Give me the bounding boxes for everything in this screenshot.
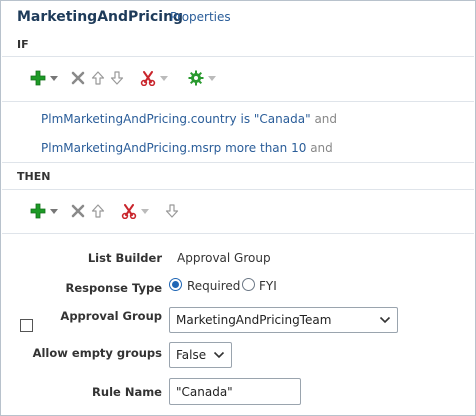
- divider: [2, 56, 474, 57]
- divider: [2, 101, 474, 102]
- delete-x-icon: [71, 204, 85, 218]
- rule-editor-panel: MarketingAndPricing Properties IF PlmMar…: [0, 0, 476, 416]
- divider: [2, 233, 474, 234]
- then-label: THEN: [17, 170, 51, 183]
- green-plus-icon: [30, 203, 46, 219]
- list-builder-label: List Builder: [87, 251, 162, 265]
- if-move-up-button[interactable]: [91, 67, 105, 89]
- response-type-label: Response Type: [65, 281, 162, 295]
- condition-operator[interactable]: more than: [225, 141, 287, 155]
- if-advanced-button[interactable]: [188, 67, 216, 89]
- then-move-down-button[interactable]: [165, 200, 179, 222]
- if-delete-button[interactable]: [70, 67, 86, 89]
- condition-attribute[interactable]: PlmMarketingAndPricing.msrp: [41, 141, 221, 155]
- then-delete-button[interactable]: [70, 200, 86, 222]
- then-move-up-button[interactable]: [91, 200, 105, 222]
- arrow-up-icon: [91, 204, 105, 218]
- divider: [2, 162, 474, 163]
- green-plus-icon: [30, 70, 46, 86]
- if-move-down-button[interactable]: [110, 67, 124, 89]
- if-toolbar: [30, 67, 216, 89]
- chevron-down-icon: [141, 208, 149, 214]
- chevron-down-icon: [160, 75, 168, 81]
- delete-x-icon: [71, 71, 85, 85]
- allow-empty-groups-value: False: [176, 348, 207, 362]
- chevron-down-icon: [50, 75, 58, 81]
- arrow-down-icon: [110, 71, 124, 85]
- condition-value[interactable]: "Canada": [254, 112, 311, 126]
- rule-name-label: Rule Name: [92, 385, 162, 399]
- scissors-icon: [140, 71, 156, 86]
- chevron-down-icon: [379, 316, 391, 324]
- then-cut-button[interactable]: [121, 200, 149, 222]
- if-cut-button[interactable]: [140, 67, 168, 89]
- response-required-radio[interactable]: [169, 278, 182, 291]
- arrow-down-icon: [165, 204, 179, 218]
- chevron-down-icon: [50, 208, 58, 214]
- chevron-down-icon: [208, 75, 216, 81]
- condition-connector[interactable]: and: [310, 141, 333, 155]
- condition-value[interactable]: 10: [291, 141, 306, 155]
- action-select-checkbox[interactable]: [20, 319, 33, 332]
- approval-group-value: MarketingAndPricingTeam: [176, 313, 332, 327]
- allow-empty-groups-label: Allow empty groups: [32, 346, 162, 360]
- condition-row: PlmMarketingAndPricing.msrp more than 10…: [41, 141, 333, 155]
- response-required-label[interactable]: Required: [187, 279, 240, 293]
- list-builder-value: Approval Group: [177, 251, 271, 265]
- then-add-button[interactable]: [30, 200, 58, 222]
- if-add-button[interactable]: [30, 67, 58, 89]
- approval-group-label: Approval Group: [60, 309, 162, 323]
- response-fyi-radio[interactable]: [242, 278, 255, 291]
- allow-empty-groups-select[interactable]: False: [169, 342, 232, 368]
- scissors-icon: [121, 204, 137, 219]
- condition-connector[interactable]: and: [314, 112, 337, 126]
- then-toolbar: [30, 200, 179, 222]
- rule-title: MarketingAndPricing: [17, 9, 184, 25]
- if-label: IF: [17, 38, 29, 51]
- properties-link[interactable]: Properties: [170, 10, 231, 24]
- approval-group-select[interactable]: MarketingAndPricingTeam: [169, 307, 398, 333]
- chevron-down-icon: [213, 351, 225, 359]
- arrow-up-icon: [91, 71, 105, 85]
- rule-name-field[interactable]: "Canada": [169, 378, 301, 405]
- response-fyi-label[interactable]: FYI: [259, 279, 277, 293]
- condition-attribute[interactable]: PlmMarketingAndPricing.country: [41, 112, 237, 126]
- divider: [2, 189, 474, 190]
- condition-operator[interactable]: is: [240, 112, 250, 126]
- condition-row: PlmMarketingAndPricing.country is "Canad…: [41, 112, 337, 126]
- rule-name-value: "Canada": [176, 384, 233, 399]
- green-gear-icon: [188, 70, 204, 86]
